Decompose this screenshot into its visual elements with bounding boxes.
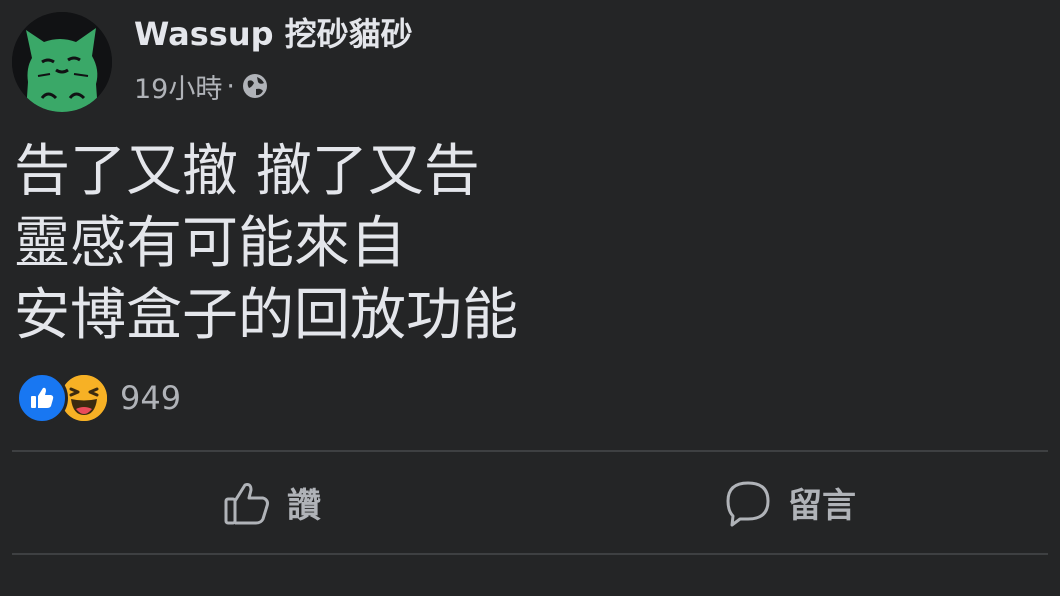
like-label: 讚	[287, 486, 321, 526]
post-meta: 19小時 ·	[134, 67, 270, 106]
facebook-post: Wassup 挖砂貓砂 19小時 · 告了又撤 撤了又告 靈感有可能來自 安博盒…	[0, 0, 1060, 596]
action-bar: 讚 留言	[12, 452, 1048, 553]
post-timestamp[interactable]: 19小時	[134, 67, 222, 106]
post-body: 告了又撤 撤了又告 靈感有可能來自 安博盒子的回放功能	[14, 136, 518, 352]
comment-icon	[722, 477, 774, 529]
comment-button[interactable]: 留言	[530, 452, 1048, 553]
reactions-summary[interactable]: 949	[16, 372, 181, 424]
like-button[interactable]: 讚	[12, 452, 530, 553]
like-reaction-icon	[16, 372, 68, 424]
reaction-count[interactable]: 949	[120, 379, 181, 417]
avatar[interactable]	[12, 12, 112, 112]
meta-separator: ·	[226, 70, 235, 102]
thumbs-up-icon	[221, 477, 273, 529]
globe-icon	[240, 71, 270, 101]
divider	[12, 553, 1048, 555]
post-text-line: 告了又撤 撤了又告	[14, 139, 480, 204]
author-name[interactable]: Wassup 挖砂貓砂	[134, 14, 413, 54]
post-text-line: 靈感有可能來自	[14, 211, 406, 276]
comment-label: 留言	[788, 486, 856, 526]
post-text-line: 安博盒子的回放功能	[14, 283, 518, 348]
cat-avatar-icon	[12, 12, 112, 112]
